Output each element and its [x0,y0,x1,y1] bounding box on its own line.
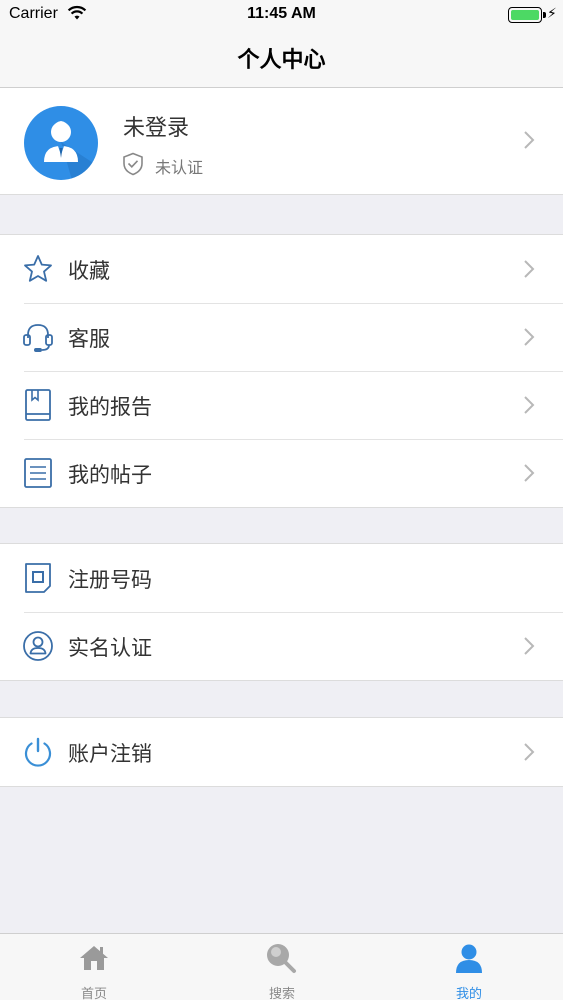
menu-item-label: 收藏 [68,259,110,283]
menu-item-label: 我的帖子 [68,463,152,487]
menu-item-real-name-verification[interactable]: 实名认证 [0,612,563,680]
chevron-right-icon [522,463,536,483]
tab-label: 首页 [80,987,107,1000]
menu-item-label: 实名认证 [68,636,152,660]
chevron-right-icon [522,327,536,347]
menu-item-register-number[interactable]: 注册号码 [0,544,563,612]
tab-bar: 首页 搜索 我的 [0,933,563,1000]
headset-icon [22,320,54,354]
sim-card-icon [22,561,54,595]
home-icon [78,942,110,974]
person-icon [453,942,485,974]
tab-mine[interactable]: 我的 [375,934,563,1000]
clock: 11:45 AM [247,5,316,22]
menu-group-account: 注册号码 实名认证 [0,543,563,681]
menu-item-label: 我的报告 [68,395,152,419]
menu-item-customer-service[interactable]: 客服 [0,303,563,371]
menu-item-my-posts[interactable]: 我的帖子 [0,439,563,507]
menu-item-delete-account[interactable]: 账户注销 [0,718,563,786]
verify-status: 未认证 [155,158,204,177]
document-icon [22,456,54,490]
tab-label: 我的 [455,987,482,1000]
chevron-right-icon [522,395,536,415]
menu-item-my-reports[interactable]: 我的报告 [0,371,563,439]
tab-search[interactable]: 搜索 [188,934,376,1000]
navigation-bar: 个人中心 [0,30,563,88]
power-icon [22,735,54,769]
user-name: 未登录 [123,116,190,141]
menu-item-label: 注册号码 [68,568,152,592]
menu-item-label: 账户注销 [68,742,152,766]
chevron-right-icon [522,259,536,279]
status-bar: Carrier 11:45 AM ⚡ [0,0,563,30]
tab-home[interactable]: 首页 [0,934,188,1000]
chevron-right-icon [522,636,536,656]
book-icon [22,388,54,422]
menu-item-favorites[interactable]: 收藏 [0,235,563,303]
charging-icon: ⚡ [547,6,557,22]
page-title: 个人中心 [237,48,326,73]
star-icon [22,252,54,286]
menu-group-danger: 账户注销 [0,717,563,787]
tab-label: 搜索 [268,987,295,1000]
user-circle-icon [22,629,54,663]
chevron-right-icon [522,742,536,762]
avatar[interactable] [24,106,98,180]
search-icon [265,942,297,974]
profile-header[interactable]: 未登录 未认证 [0,88,563,195]
battery-icon [508,7,546,23]
chevron-right-icon [522,130,536,150]
menu-item-label: 客服 [68,327,110,351]
menu-group-main: 收藏 客服 我的报告 我的帖子 [0,234,563,508]
shield-check-icon [122,152,144,180]
